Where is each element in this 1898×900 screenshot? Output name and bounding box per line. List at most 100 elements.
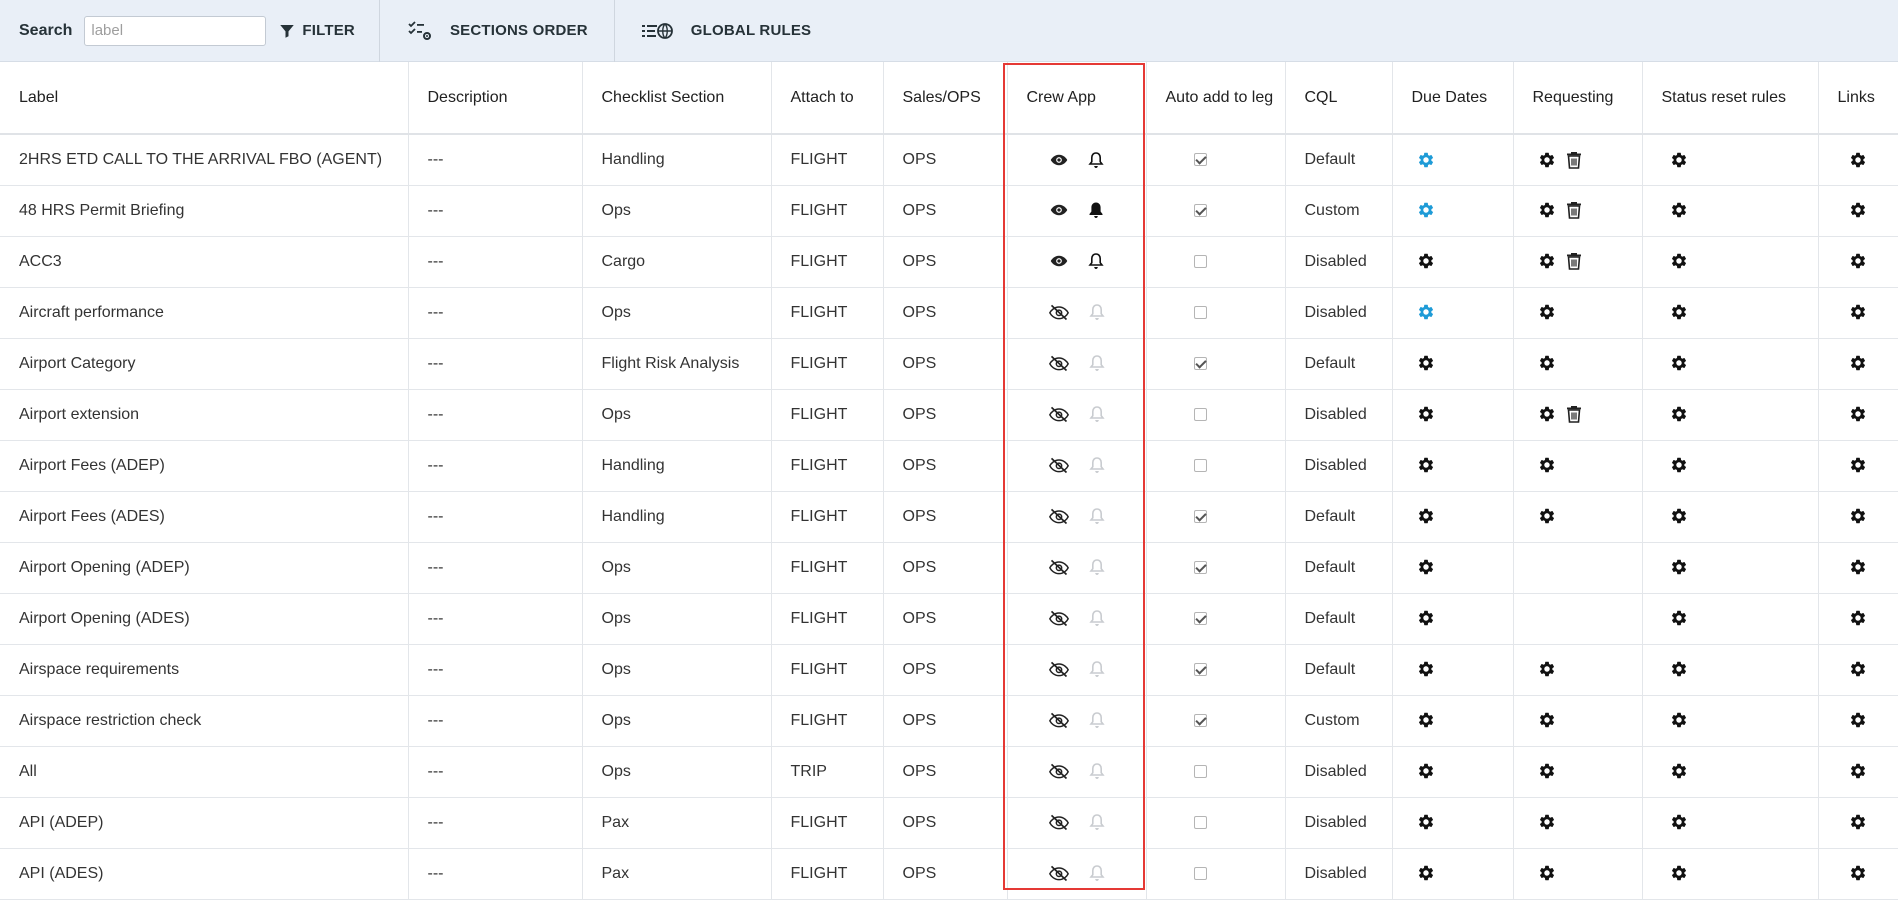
status-reset-gear-icon[interactable] xyxy=(1670,201,1688,219)
auto-add-checkbox[interactable] xyxy=(1194,764,1207,778)
table-row[interactable]: Airport Fees (ADES) --- Handling FLIGHT OPS D… xyxy=(0,491,1898,543)
search-input[interactable] xyxy=(84,15,267,46)
eye-icon[interactable] xyxy=(1050,203,1068,217)
eye-off-icon[interactable] xyxy=(1048,864,1069,882)
due-dates-gear-icon[interactable] xyxy=(1417,609,1435,627)
bell-disabled-icon[interactable] xyxy=(1088,864,1105,882)
auto-add-checkbox[interactable] xyxy=(1194,458,1207,472)
table-row[interactable]: ACC3 --- Cargo FLIGHT OPS Disabled xyxy=(0,236,1898,288)
due-dates-gear-icon[interactable] xyxy=(1417,151,1435,169)
links-gear-icon[interactable] xyxy=(1849,864,1867,882)
links-gear-icon[interactable] xyxy=(1849,456,1867,474)
due-dates-gear-icon[interactable] xyxy=(1417,864,1435,882)
status-reset-gear-icon[interactable] xyxy=(1670,252,1688,270)
status-reset-gear-icon[interactable] xyxy=(1670,609,1688,627)
due-dates-gear-icon[interactable] xyxy=(1417,456,1435,474)
links-gear-icon[interactable] xyxy=(1849,660,1867,678)
bell-disabled-icon[interactable] xyxy=(1088,609,1105,627)
table-row[interactable]: API (ADEP) --- Pax FLIGHT OPS Disabled xyxy=(0,797,1898,849)
requesting-gear-icon[interactable] xyxy=(1538,711,1556,729)
eye-off-icon[interactable] xyxy=(1048,609,1069,627)
requesting-gear-icon[interactable] xyxy=(1538,660,1556,678)
auto-add-checkbox[interactable] xyxy=(1194,356,1207,370)
table-row[interactable]: API (ADES) --- Pax FLIGHT OPS Disabled xyxy=(0,848,1898,900)
eye-icon[interactable] xyxy=(1050,254,1068,268)
global-rules-button[interactable]: GLOBAL RULES xyxy=(615,0,811,61)
due-dates-gear-icon[interactable] xyxy=(1417,558,1435,576)
status-reset-gear-icon[interactable] xyxy=(1670,813,1688,831)
column-header-auto-add-to-leg[interactable]: Auto add to leg xyxy=(1146,62,1286,135)
table-row[interactable]: Airport extension --- Ops FLIGHT OPS Disabled xyxy=(0,389,1898,441)
bell-outline-icon[interactable] xyxy=(1087,151,1104,169)
auto-add-checkbox[interactable] xyxy=(1194,305,1207,319)
auto-add-checkbox[interactable] xyxy=(1194,560,1207,574)
links-gear-icon[interactable] xyxy=(1849,762,1867,780)
column-header-links[interactable]: Links xyxy=(1818,62,1898,135)
auto-add-checkbox[interactable] xyxy=(1194,866,1207,880)
bell-outline-icon[interactable] xyxy=(1087,252,1104,270)
requesting-gear-icon[interactable] xyxy=(1538,405,1556,423)
auto-add-checkbox[interactable] xyxy=(1194,662,1207,676)
links-gear-icon[interactable] xyxy=(1849,711,1867,729)
due-dates-gear-icon[interactable] xyxy=(1417,762,1435,780)
eye-off-icon[interactable] xyxy=(1048,303,1069,321)
bell-disabled-icon[interactable] xyxy=(1088,711,1105,729)
bell-disabled-icon[interactable] xyxy=(1088,303,1105,321)
auto-add-checkbox[interactable] xyxy=(1194,509,1207,523)
table-row[interactable]: Airport Fees (ADEP) --- Handling FLIGHT OPS D… xyxy=(0,440,1898,492)
table-row[interactable]: All --- Ops TRIP OPS Disabled xyxy=(0,746,1898,798)
trash-icon[interactable] xyxy=(1566,252,1582,271)
eye-off-icon[interactable] xyxy=(1048,354,1069,372)
auto-add-checkbox[interactable] xyxy=(1194,254,1207,268)
requesting-gear-icon[interactable] xyxy=(1538,151,1556,169)
table-row[interactable]: Airspace requirements --- Ops FLIGHT OPS Defa… xyxy=(0,644,1898,696)
due-dates-gear-icon[interactable] xyxy=(1417,813,1435,831)
due-dates-gear-icon[interactable] xyxy=(1417,252,1435,270)
links-gear-icon[interactable] xyxy=(1849,201,1867,219)
column-header-crew-app[interactable]: Crew App xyxy=(1007,62,1147,135)
requesting-gear-icon[interactable] xyxy=(1538,201,1556,219)
requesting-gear-icon[interactable] xyxy=(1538,456,1556,474)
links-gear-icon[interactable] xyxy=(1849,354,1867,372)
eye-off-icon[interactable] xyxy=(1048,405,1069,423)
table-row[interactable]: Airport Opening (ADES) --- Ops FLIGHT OPS Def… xyxy=(0,593,1898,645)
status-reset-gear-icon[interactable] xyxy=(1670,303,1688,321)
eye-off-icon[interactable] xyxy=(1048,660,1069,678)
auto-add-checkbox[interactable] xyxy=(1194,203,1207,217)
links-gear-icon[interactable] xyxy=(1849,303,1867,321)
due-dates-gear-icon[interactable] xyxy=(1417,405,1435,423)
table-row[interactable]: Airport Category --- Flight Risk Analysis F… xyxy=(0,338,1898,390)
bell-disabled-icon[interactable] xyxy=(1088,813,1105,831)
auto-add-checkbox[interactable] xyxy=(1194,153,1207,167)
table-row[interactable]: 48 HRS Permit Briefing --- Ops FLIGHT OPS Cus… xyxy=(0,185,1898,237)
eye-off-icon[interactable] xyxy=(1048,711,1069,729)
requesting-gear-icon[interactable] xyxy=(1538,354,1556,372)
column-header-checklist-section[interactable]: Checklist Section xyxy=(582,62,772,135)
bell-disabled-icon[interactable] xyxy=(1088,507,1105,525)
trash-icon[interactable] xyxy=(1566,151,1582,169)
trash-icon[interactable] xyxy=(1566,405,1582,424)
status-reset-gear-icon[interactable] xyxy=(1670,507,1688,525)
requesting-gear-icon[interactable] xyxy=(1538,864,1556,882)
auto-add-checkbox[interactable] xyxy=(1194,815,1207,829)
sections-order-button[interactable]: SECTIONS ORDER xyxy=(380,0,614,61)
column-header-requesting[interactable]: Requesting xyxy=(1513,62,1643,135)
column-header-attach-to[interactable]: Attach to xyxy=(771,62,884,135)
eye-off-icon[interactable] xyxy=(1048,762,1069,780)
bell-disabled-icon[interactable] xyxy=(1088,456,1105,474)
eye-off-icon[interactable] xyxy=(1048,813,1069,831)
links-gear-icon[interactable] xyxy=(1849,609,1867,627)
requesting-gear-icon[interactable] xyxy=(1538,252,1556,270)
bell-disabled-icon[interactable] xyxy=(1088,660,1105,678)
column-header-description[interactable]: Description xyxy=(408,62,583,135)
requesting-gear-icon[interactable] xyxy=(1538,303,1556,321)
column-header-label[interactable]: Label xyxy=(0,62,409,135)
requesting-gear-icon[interactable] xyxy=(1538,762,1556,780)
eye-icon[interactable] xyxy=(1050,153,1068,167)
auto-add-checkbox[interactable] xyxy=(1194,713,1207,727)
column-header-sales-ops[interactable]: Sales/OPS xyxy=(883,62,1008,135)
auto-add-checkbox[interactable] xyxy=(1194,407,1207,421)
due-dates-gear-icon[interactable] xyxy=(1417,711,1435,729)
links-gear-icon[interactable] xyxy=(1849,405,1867,423)
requesting-gear-icon[interactable] xyxy=(1538,813,1556,831)
